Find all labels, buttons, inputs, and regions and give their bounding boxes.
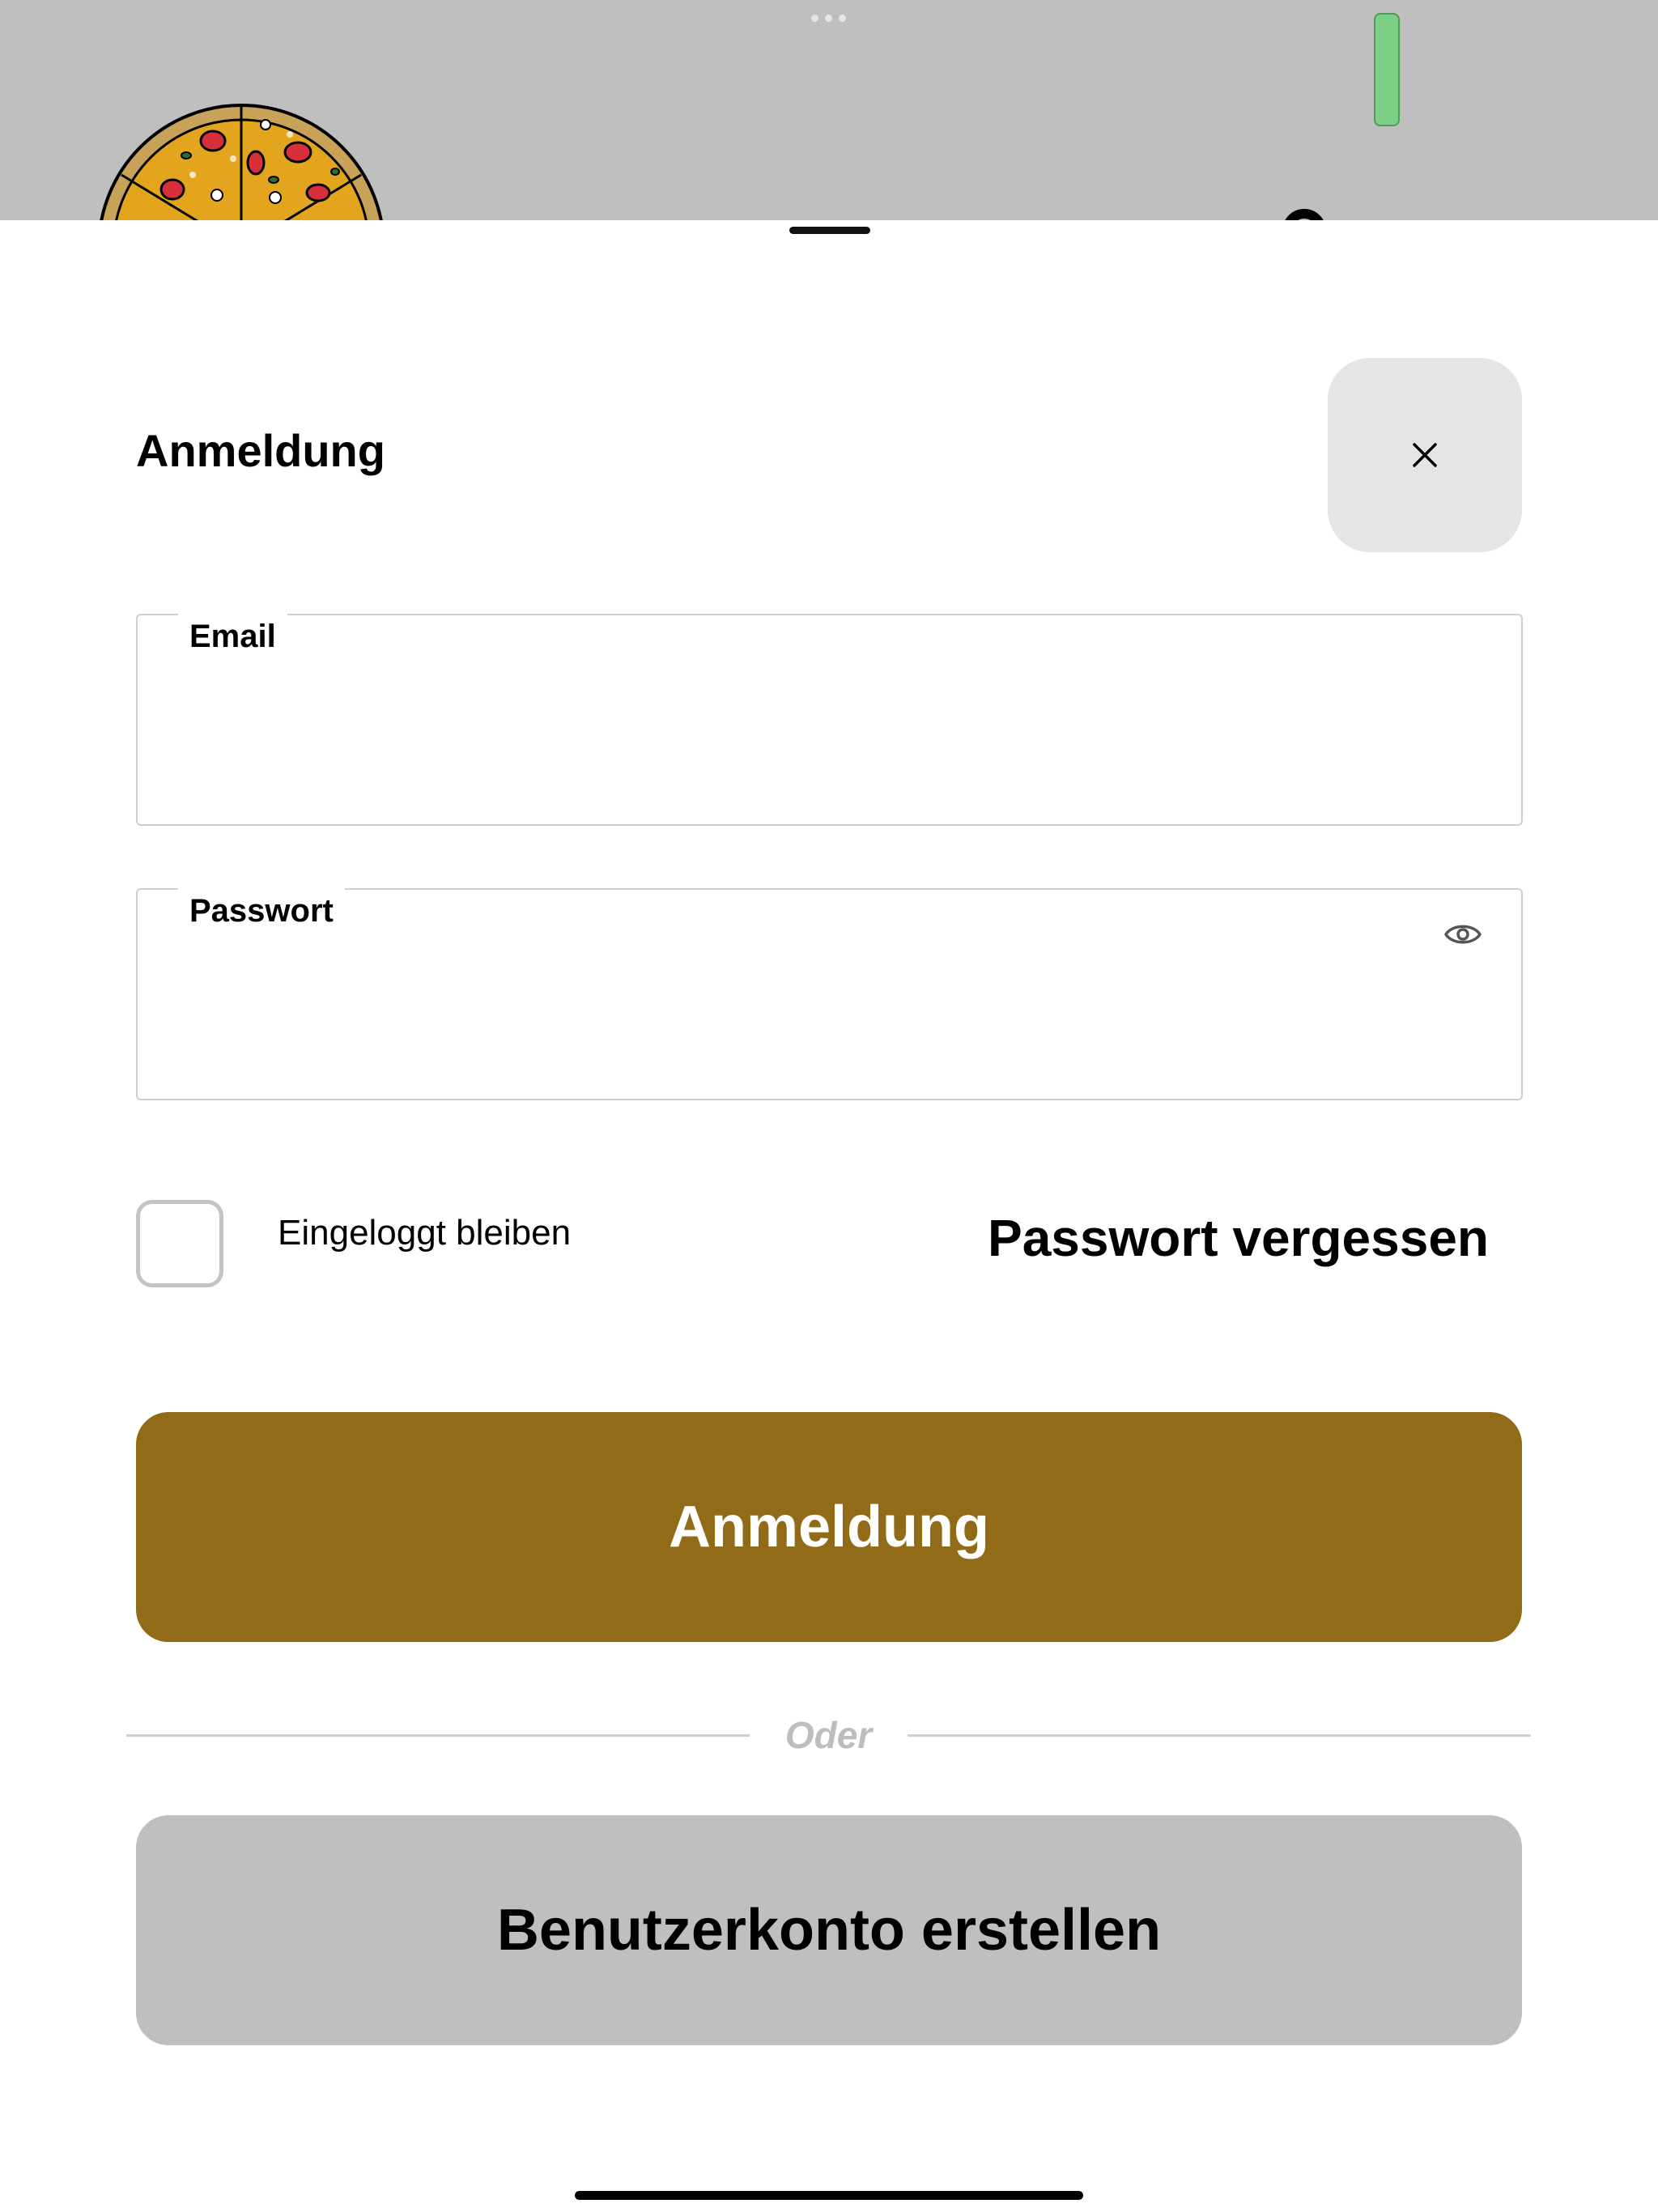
multitasking-dots-icon[interactable] — [811, 15, 846, 22]
login-button[interactable]: Anmeldung — [136, 1412, 1522, 1642]
battery-indicator — [1374, 13, 1400, 126]
remember-me-label: Eingeloggt bleiben — [278, 1213, 572, 1253]
email-input[interactable] — [189, 704, 1404, 769]
email-label: Email — [178, 612, 287, 661]
password-label: Passwort — [178, 887, 345, 935]
divider-label: Oder — [784, 1714, 873, 1756]
divider-line-left — [126, 1734, 750, 1737]
home-indicator[interactable] — [575, 2191, 1083, 2200]
email-field[interactable]: Email — [136, 612, 1523, 826]
sheet-grabber[interactable] — [789, 227, 870, 234]
user-icon — [1282, 209, 1326, 220]
app-screen: Anmeldung Email Passwort Eingeloggt blei… — [0, 0, 1658, 2212]
eye-icon[interactable] — [1443, 914, 1483, 955]
create-account-button[interactable]: Benutzerkonto erstellen — [136, 1815, 1522, 2045]
close-icon — [1413, 443, 1437, 467]
divider-line-right — [908, 1734, 1531, 1737]
background-app — [0, 0, 1658, 220]
pizza-logo-icon — [100, 104, 383, 220]
forgot-password-link[interactable]: Passwort vergessen — [988, 1208, 1489, 1268]
sheet-title: Anmeldung — [136, 425, 385, 476]
password-input[interactable] — [189, 979, 1404, 1044]
password-field[interactable]: Passwort — [136, 887, 1523, 1100]
close-button[interactable] — [1328, 358, 1522, 552]
remember-me-checkbox[interactable] — [136, 1200, 223, 1287]
login-sheet: Anmeldung Email Passwort Eingeloggt blei… — [0, 220, 1658, 2212]
